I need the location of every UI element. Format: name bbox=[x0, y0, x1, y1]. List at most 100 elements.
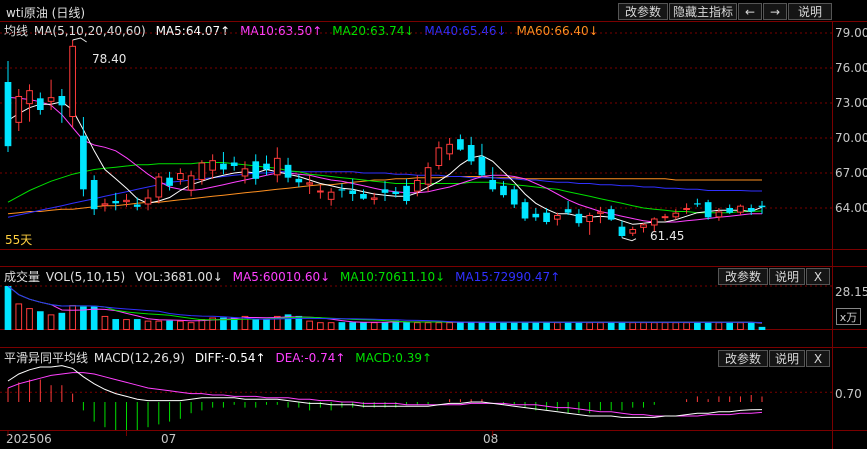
candle-body-down bbox=[618, 226, 626, 236]
volume-bar-down bbox=[758, 326, 766, 330]
candle-body-up bbox=[715, 211, 723, 218]
candle-body-up bbox=[597, 211, 604, 214]
macd-tick: 0.70 bbox=[835, 387, 862, 401]
volume-bar-down bbox=[564, 322, 572, 330]
candle-body-down bbox=[747, 208, 755, 212]
volume-bar-up bbox=[413, 322, 421, 330]
candle-body-down bbox=[478, 156, 486, 176]
candle-body-down bbox=[500, 185, 507, 196]
volume-bar-down bbox=[747, 322, 755, 330]
candle-body-down bbox=[575, 213, 583, 224]
candle-body-up bbox=[144, 197, 152, 205]
volume-bar-down bbox=[500, 322, 507, 330]
volume-bar-down bbox=[4, 286, 12, 330]
volume-bar-down bbox=[166, 320, 173, 330]
volume-bar-up bbox=[155, 320, 163, 331]
candle-body-up bbox=[101, 203, 109, 206]
volume-ma10-line bbox=[7, 285, 763, 324]
volume-bar-up bbox=[435, 322, 443, 330]
candle-body-up bbox=[629, 229, 637, 234]
candle-body-up bbox=[47, 97, 55, 102]
ma5-line bbox=[7, 101, 763, 225]
candle-body-down bbox=[295, 178, 303, 183]
volume-bar-up bbox=[597, 322, 604, 330]
candle-body-up bbox=[26, 90, 33, 105]
candle-body-down bbox=[360, 194, 367, 199]
volume-bar-down bbox=[133, 319, 141, 330]
price-tick: 79.00 bbox=[835, 26, 867, 40]
volume-bar-up bbox=[26, 308, 33, 330]
volume-bar-up bbox=[69, 304, 76, 330]
volume-bar-down bbox=[510, 322, 518, 330]
volume-unit-button[interactable]: x万 bbox=[836, 308, 861, 325]
volume-bar-down bbox=[252, 319, 260, 330]
volume-bar-up bbox=[672, 322, 680, 330]
volume-bar-up bbox=[683, 322, 690, 330]
candle-body-up bbox=[15, 96, 23, 123]
candle-body-down bbox=[392, 191, 400, 194]
volume-bar-up bbox=[446, 322, 453, 330]
volume-bar-up bbox=[661, 322, 669, 330]
volume-bar-down bbox=[360, 322, 367, 330]
candle-body-up bbox=[317, 190, 324, 193]
candle-body-up bbox=[273, 157, 281, 176]
volume-ma5-line bbox=[7, 285, 763, 324]
candle-body-down bbox=[489, 180, 497, 190]
volume-bar-up bbox=[306, 320, 313, 331]
volume-bar-up bbox=[370, 322, 378, 330]
candle-body-down bbox=[349, 190, 357, 194]
candle-body-down bbox=[381, 189, 389, 193]
right-axis-border bbox=[832, 21, 833, 449]
candle-body-up bbox=[661, 216, 669, 219]
volume-bar-up bbox=[144, 320, 152, 331]
candle-body-up bbox=[241, 168, 249, 177]
macd-diff-line bbox=[7, 365, 763, 418]
volume-bar-down bbox=[58, 312, 66, 330]
candle-body-up bbox=[683, 208, 690, 210]
volume-bar-down bbox=[338, 322, 346, 330]
volume-bar-down bbox=[694, 322, 701, 330]
volume-bar-down bbox=[403, 322, 410, 330]
macd-dea-line bbox=[7, 372, 763, 417]
volume-bar-up bbox=[650, 322, 658, 330]
candle-body-up bbox=[327, 191, 335, 200]
candle-body-up bbox=[123, 199, 130, 203]
volume-bar-down bbox=[467, 322, 475, 330]
candle-body-down bbox=[4, 82, 12, 147]
candle-body-up bbox=[370, 197, 378, 200]
volume-bar-down bbox=[489, 322, 497, 330]
candle-body-down bbox=[457, 139, 464, 150]
candle-body-up bbox=[640, 224, 647, 228]
volume-bar-down bbox=[521, 322, 529, 330]
volume-bar-down bbox=[381, 322, 389, 330]
candle-body-down bbox=[510, 189, 518, 205]
candle-body-up bbox=[554, 215, 561, 220]
candle-body-up bbox=[155, 176, 163, 198]
candle-body-up bbox=[413, 180, 421, 192]
low-marker bbox=[621, 237, 637, 242]
candle-body-down bbox=[467, 145, 475, 162]
candle-body-up bbox=[187, 175, 195, 191]
candle-body-up bbox=[650, 218, 658, 226]
volume-bar-up bbox=[715, 322, 723, 330]
volume-bar-down bbox=[457, 322, 464, 330]
candle-body-up bbox=[177, 173, 184, 180]
volume-bar-down bbox=[263, 319, 270, 330]
volume-bar-up bbox=[123, 319, 130, 331]
candle-body-up bbox=[446, 143, 453, 155]
volume-bar-up bbox=[177, 320, 184, 331]
price-tick: 70.00 bbox=[835, 131, 867, 145]
volume-bar-up bbox=[640, 322, 647, 330]
volume-bar-up bbox=[424, 322, 432, 330]
candle-body-down bbox=[338, 189, 346, 191]
ma10-line bbox=[7, 96, 762, 223]
candle-body-down bbox=[726, 208, 734, 213]
chart-canvas bbox=[0, 32, 832, 436]
volume-bar-up bbox=[47, 314, 55, 330]
volume-bar-down bbox=[607, 322, 615, 330]
volume-bar-down bbox=[532, 322, 540, 330]
candle-body-down bbox=[521, 202, 529, 219]
candle-body-up bbox=[672, 212, 680, 218]
volume-bar-up bbox=[317, 322, 324, 330]
candle-body-up bbox=[435, 147, 443, 166]
